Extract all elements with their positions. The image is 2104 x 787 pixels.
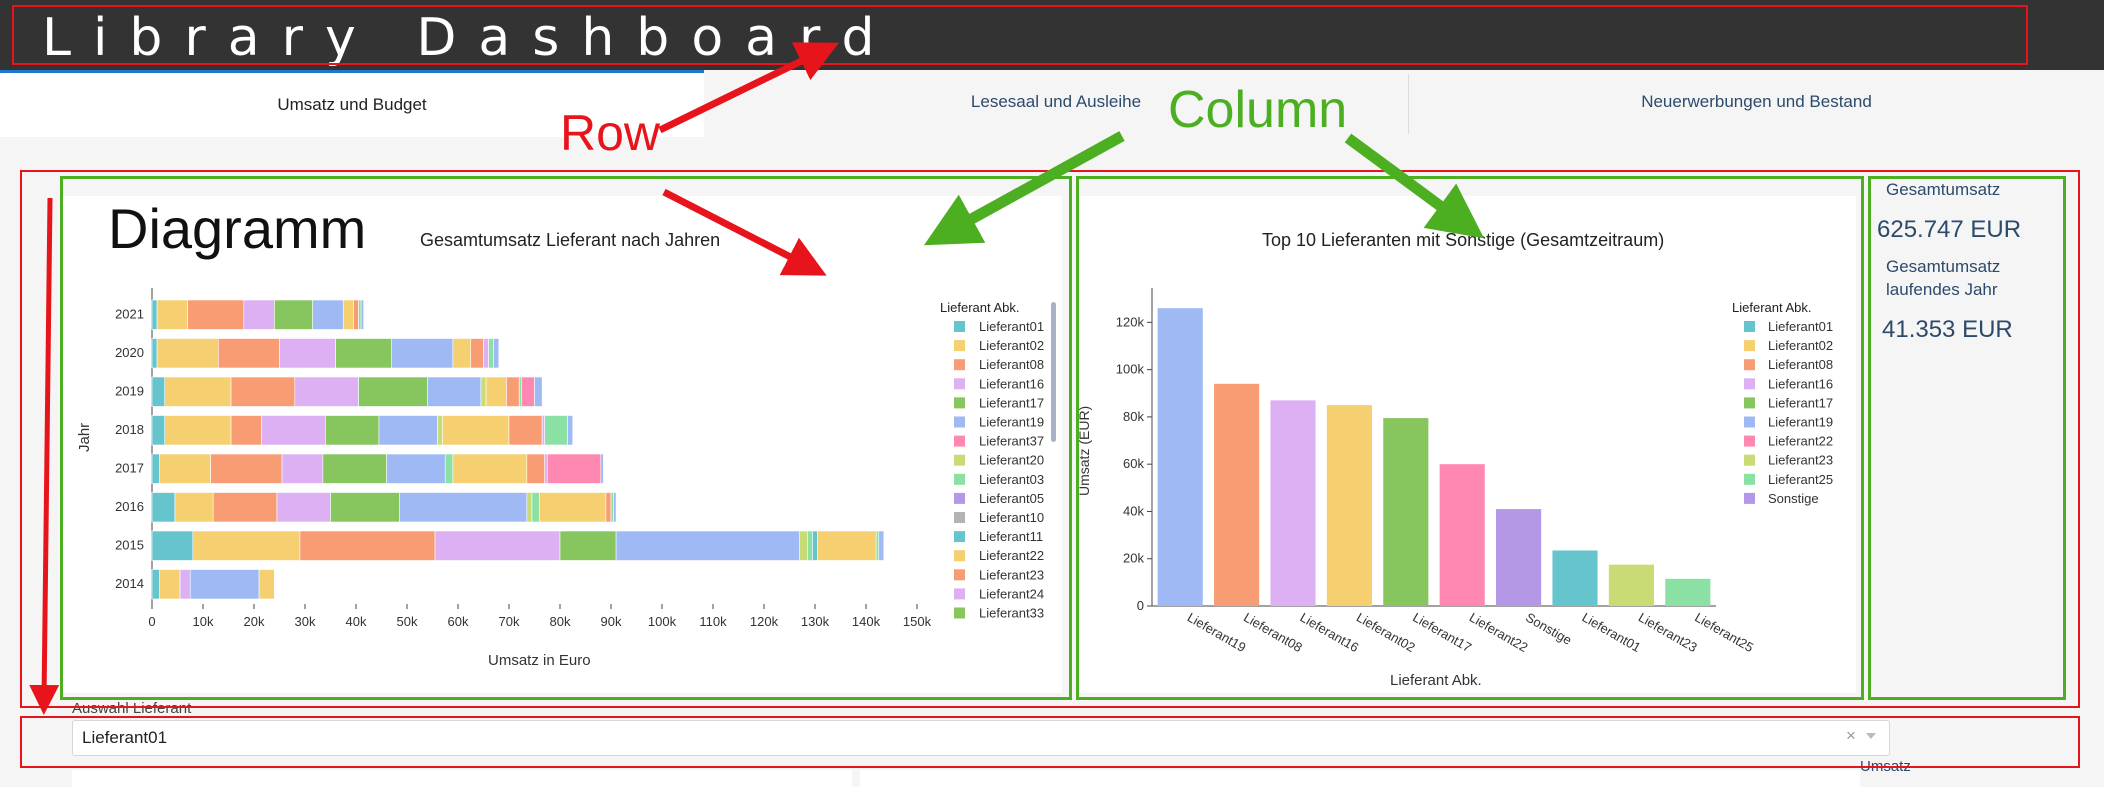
row-arrow-down (29, 197, 60, 715)
annotation-arrows (29, 42, 1485, 715)
column-arrow-right (1344, 133, 1485, 239)
row-arrow-right (662, 188, 827, 276)
row-arrow-up (658, 42, 839, 134)
column-arrow-left (923, 131, 1125, 246)
